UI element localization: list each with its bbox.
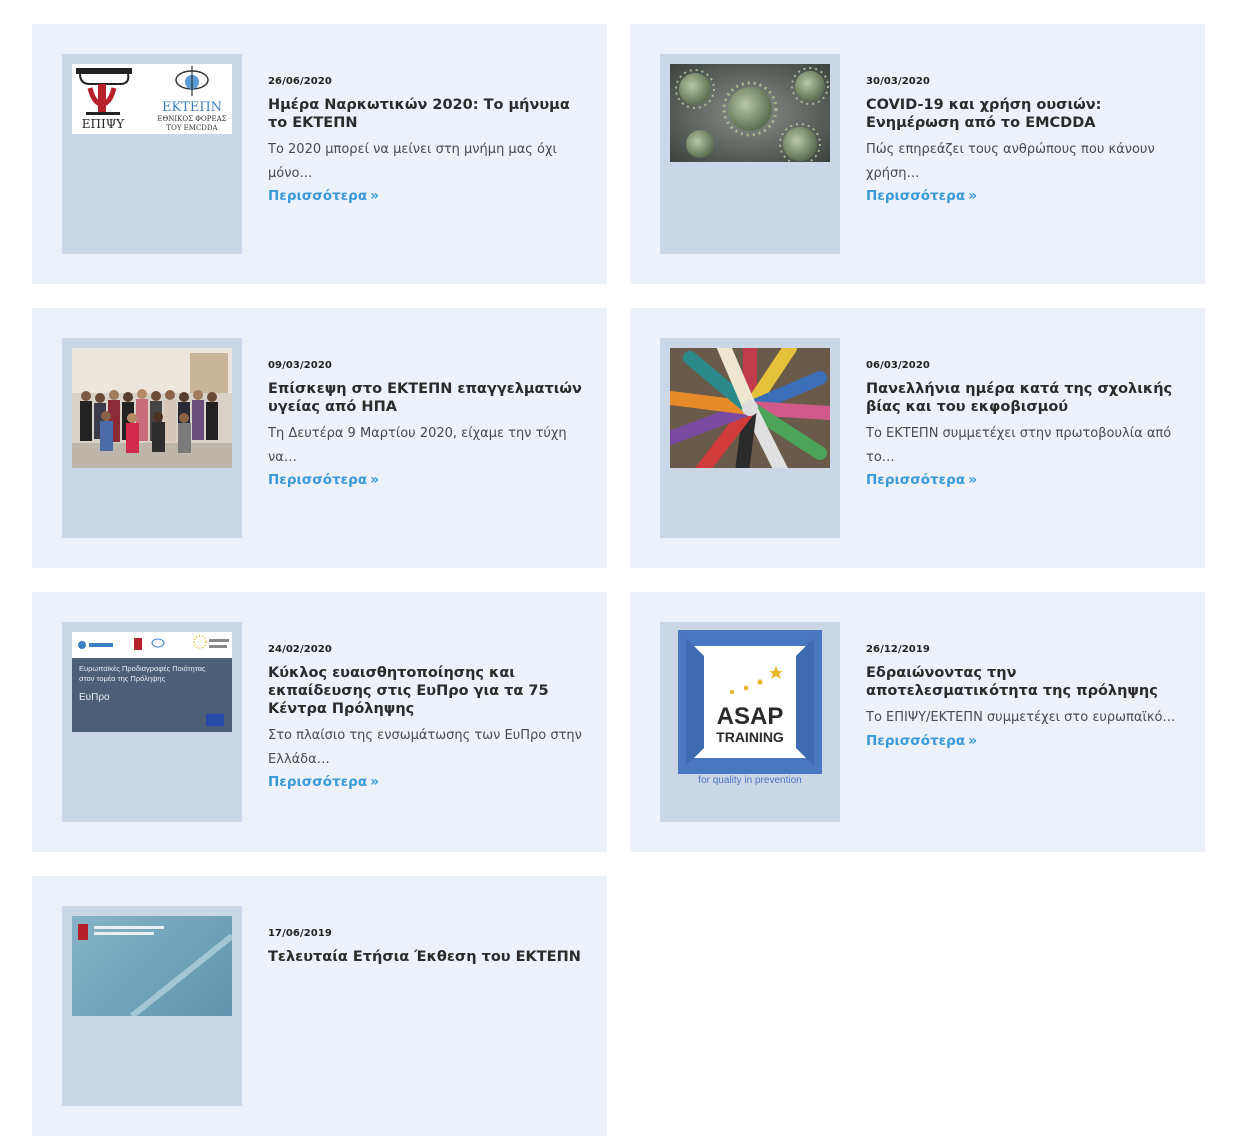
quality-text: for quality in prevention	[698, 775, 801, 786]
chevron-double-right-icon: »	[968, 188, 978, 204]
article-card: 17/06/2019 Τελευταία Ετήσια Έκθεση του Ε…	[32, 876, 607, 1136]
article-title[interactable]: Επίσκεψη στο ΕΚΤΕΠΝ επαγγελματιών υγείας…	[268, 380, 583, 416]
article-date: 24/02/2020	[268, 644, 332, 655]
article-title[interactable]: Τελευταία Ετήσια Έκθεση του ΕΚΤΕΠΝ	[268, 948, 583, 966]
training-text: TRAINING	[716, 729, 784, 745]
article-card: ΕΠΙΨΥ ΕΚΤΕΠΝ ΕΘΝΙΚΟΣ ΦΟΡΕΑΣ ΤΟΥ EMCDDA 2…	[32, 24, 607, 284]
ektepn-sub1: ΕΘΝΙΚΟΣ ΦΟΡΕΑΣ	[157, 115, 226, 123]
read-more-link[interactable]: Περισσότερα»	[866, 188, 977, 204]
eupro-line2: στον τομέα της Πρόληψης	[79, 674, 166, 683]
read-more-label: Περισσότερα	[268, 188, 368, 204]
article-excerpt: Τη Δευτέρα 9 Μαρτίου 2020, είχαμε την τύ…	[268, 426, 567, 465]
read-more-link[interactable]: Περισσότερα»	[268, 472, 379, 488]
article-title[interactable]: Κύκλος ευαισθητοποίησης και εκπαίδευσης …	[268, 664, 583, 718]
article-content: 17/06/2019 Τελευταία Ετήσια Έκθεση του Ε…	[268, 928, 583, 966]
article-card: 09/03/2020 Επίσκεψη στο ΕΚΤΕΠΝ επαγγελμα…	[32, 308, 607, 568]
read-more-link[interactable]: Περισσότερα»	[866, 472, 977, 488]
article-thumbnail[interactable]	[660, 54, 840, 254]
article-excerpt: Στο πλαίσιο της ενσωμάτωσης των ΕυΠρο στ…	[268, 728, 582, 767]
epipsy-logo-text: ΕΠΙΨΥ	[82, 117, 125, 131]
read-more-label: Περισσότερα	[866, 188, 966, 204]
article-content: 06/03/2020 Πανελλήνια ημέρα κατά της σχο…	[866, 360, 1181, 488]
article-date: 06/03/2020	[866, 360, 930, 371]
read-more-link[interactable]: Περισσότερα»	[866, 733, 977, 749]
eupro-line3: ΕυΠρο	[79, 692, 110, 703]
chevron-double-right-icon: »	[370, 774, 380, 790]
asap-text: ASAP	[717, 703, 784, 730]
group-photo-image	[72, 348, 232, 468]
read-more-link[interactable]: Περισσότερα»	[268, 774, 379, 790]
coronavirus-image	[670, 64, 830, 162]
article-date: 30/03/2020	[866, 76, 930, 87]
epipsy-ektepn-logo-image: ΕΠΙΨΥ ΕΚΤΕΠΝ ΕΘΝΙΚΟΣ ΦΟΡΕΑΣ ΤΟΥ EMCDDA	[72, 64, 232, 134]
read-more-label: Περισσότερα	[268, 472, 368, 488]
article-excerpt: Το 2020 μπορεί να μείνει στη μνήμη μας ό…	[268, 142, 557, 181]
read-more-label: Περισσότερα	[866, 472, 966, 488]
chevron-double-right-icon: »	[370, 188, 380, 204]
eupro-cover-header	[72, 632, 232, 658]
ektepn-sub2: ΤΟΥ EMCDDA	[166, 124, 218, 132]
annual-report-cover-image	[72, 916, 232, 1016]
eupro-cover-image: Ευρωπαϊκές Προδιαγραφές Ποιότητας στον τ…	[72, 632, 232, 732]
article-thumbnail[interactable]	[62, 338, 242, 538]
read-more-label: Περισσότερα	[866, 732, 966, 749]
article-thumbnail[interactable]: ASAP TRAINING for quality in prevention	[660, 622, 840, 822]
chevron-double-right-icon: »	[968, 472, 978, 488]
article-title[interactable]: COVID-19 και χρήση ουσιών: Ενημέρωση από…	[866, 96, 1181, 132]
article-content: 26/12/2019 Εδραιώνοντας την αποτελεσματι…	[866, 644, 1181, 749]
article-date: 17/06/2019	[268, 928, 332, 939]
article-card: 30/03/2020 COVID-19 και χρήση ουσιών: Εν…	[630, 24, 1205, 284]
read-more-label: Περισσότερα	[268, 774, 368, 790]
socks-circle-image	[670, 348, 830, 468]
article-thumbnail[interactable]	[660, 338, 840, 538]
article-content: 09/03/2020 Επίσκεψη στο ΕΚΤΕΠΝ επαγγελμα…	[268, 360, 583, 488]
article-thumbnail[interactable]	[62, 906, 242, 1106]
article-title[interactable]: Εδραιώνοντας την αποτελεσματικότητα της …	[866, 664, 1181, 700]
article-content: 24/02/2020 Κύκλος ευαισθητοποίησης και ε…	[268, 644, 583, 790]
asap-training-logo-image: ASAP TRAINING for quality in prevention	[660, 622, 840, 822]
eupro-line1: Ευρωπαϊκές Προδιαγραφές Ποιότητας	[79, 664, 206, 673]
article-excerpt: Πώς επηρεάζει τους ανθρώπους που κάνουν …	[866, 142, 1155, 181]
ektepn-logo-text: ΕΚΤΕΠΝ	[162, 100, 222, 115]
article-title[interactable]: Πανελλήνια ημέρα κατά της σχολικής βίας …	[866, 380, 1181, 416]
article-content: 30/03/2020 COVID-19 και χρήση ουσιών: Εν…	[866, 76, 1181, 204]
eu-flag-icon	[206, 714, 224, 726]
article-content: 26/06/2020 Ημέρα Ναρκωτικών 2020: Το μήν…	[268, 76, 583, 204]
article-card: Ευρωπαϊκές Προδιαγραφές Ποιότητας στον τ…	[32, 592, 607, 852]
article-date: 26/06/2020	[268, 76, 332, 87]
article-date: 09/03/2020	[268, 360, 332, 371]
chevron-double-right-icon: »	[968, 732, 978, 749]
article-date: 26/12/2019	[866, 644, 930, 655]
chevron-double-right-icon: »	[370, 472, 380, 488]
article-title[interactable]: Ημέρα Ναρκωτικών 2020: Το μήνυμα το ΕΚΤΕ…	[268, 96, 583, 132]
article-thumbnail[interactable]: ΕΠΙΨΥ ΕΚΤΕΠΝ ΕΘΝΙΚΟΣ ΦΟΡΕΑΣ ΤΟΥ EMCDDA	[62, 54, 242, 254]
article-card: ASAP TRAINING for quality in prevention …	[630, 592, 1205, 852]
article-card: 06/03/2020 Πανελλήνια ημέρα κατά της σχο…	[630, 308, 1205, 568]
article-excerpt: Το ΕΠΙΨΥ/ΕΚΤΕΠΝ συμμετέχει στο ευρωπαϊκό…	[866, 710, 1176, 725]
article-thumbnail[interactable]: Ευρωπαϊκές Προδιαγραφές Ποιότητας στον τ…	[62, 622, 242, 822]
article-excerpt: Το ΕΚΤΕΠΝ συμμετέχει στην πρωτοβουλία απ…	[866, 426, 1172, 465]
read-more-link[interactable]: Περισσότερα»	[268, 188, 379, 204]
